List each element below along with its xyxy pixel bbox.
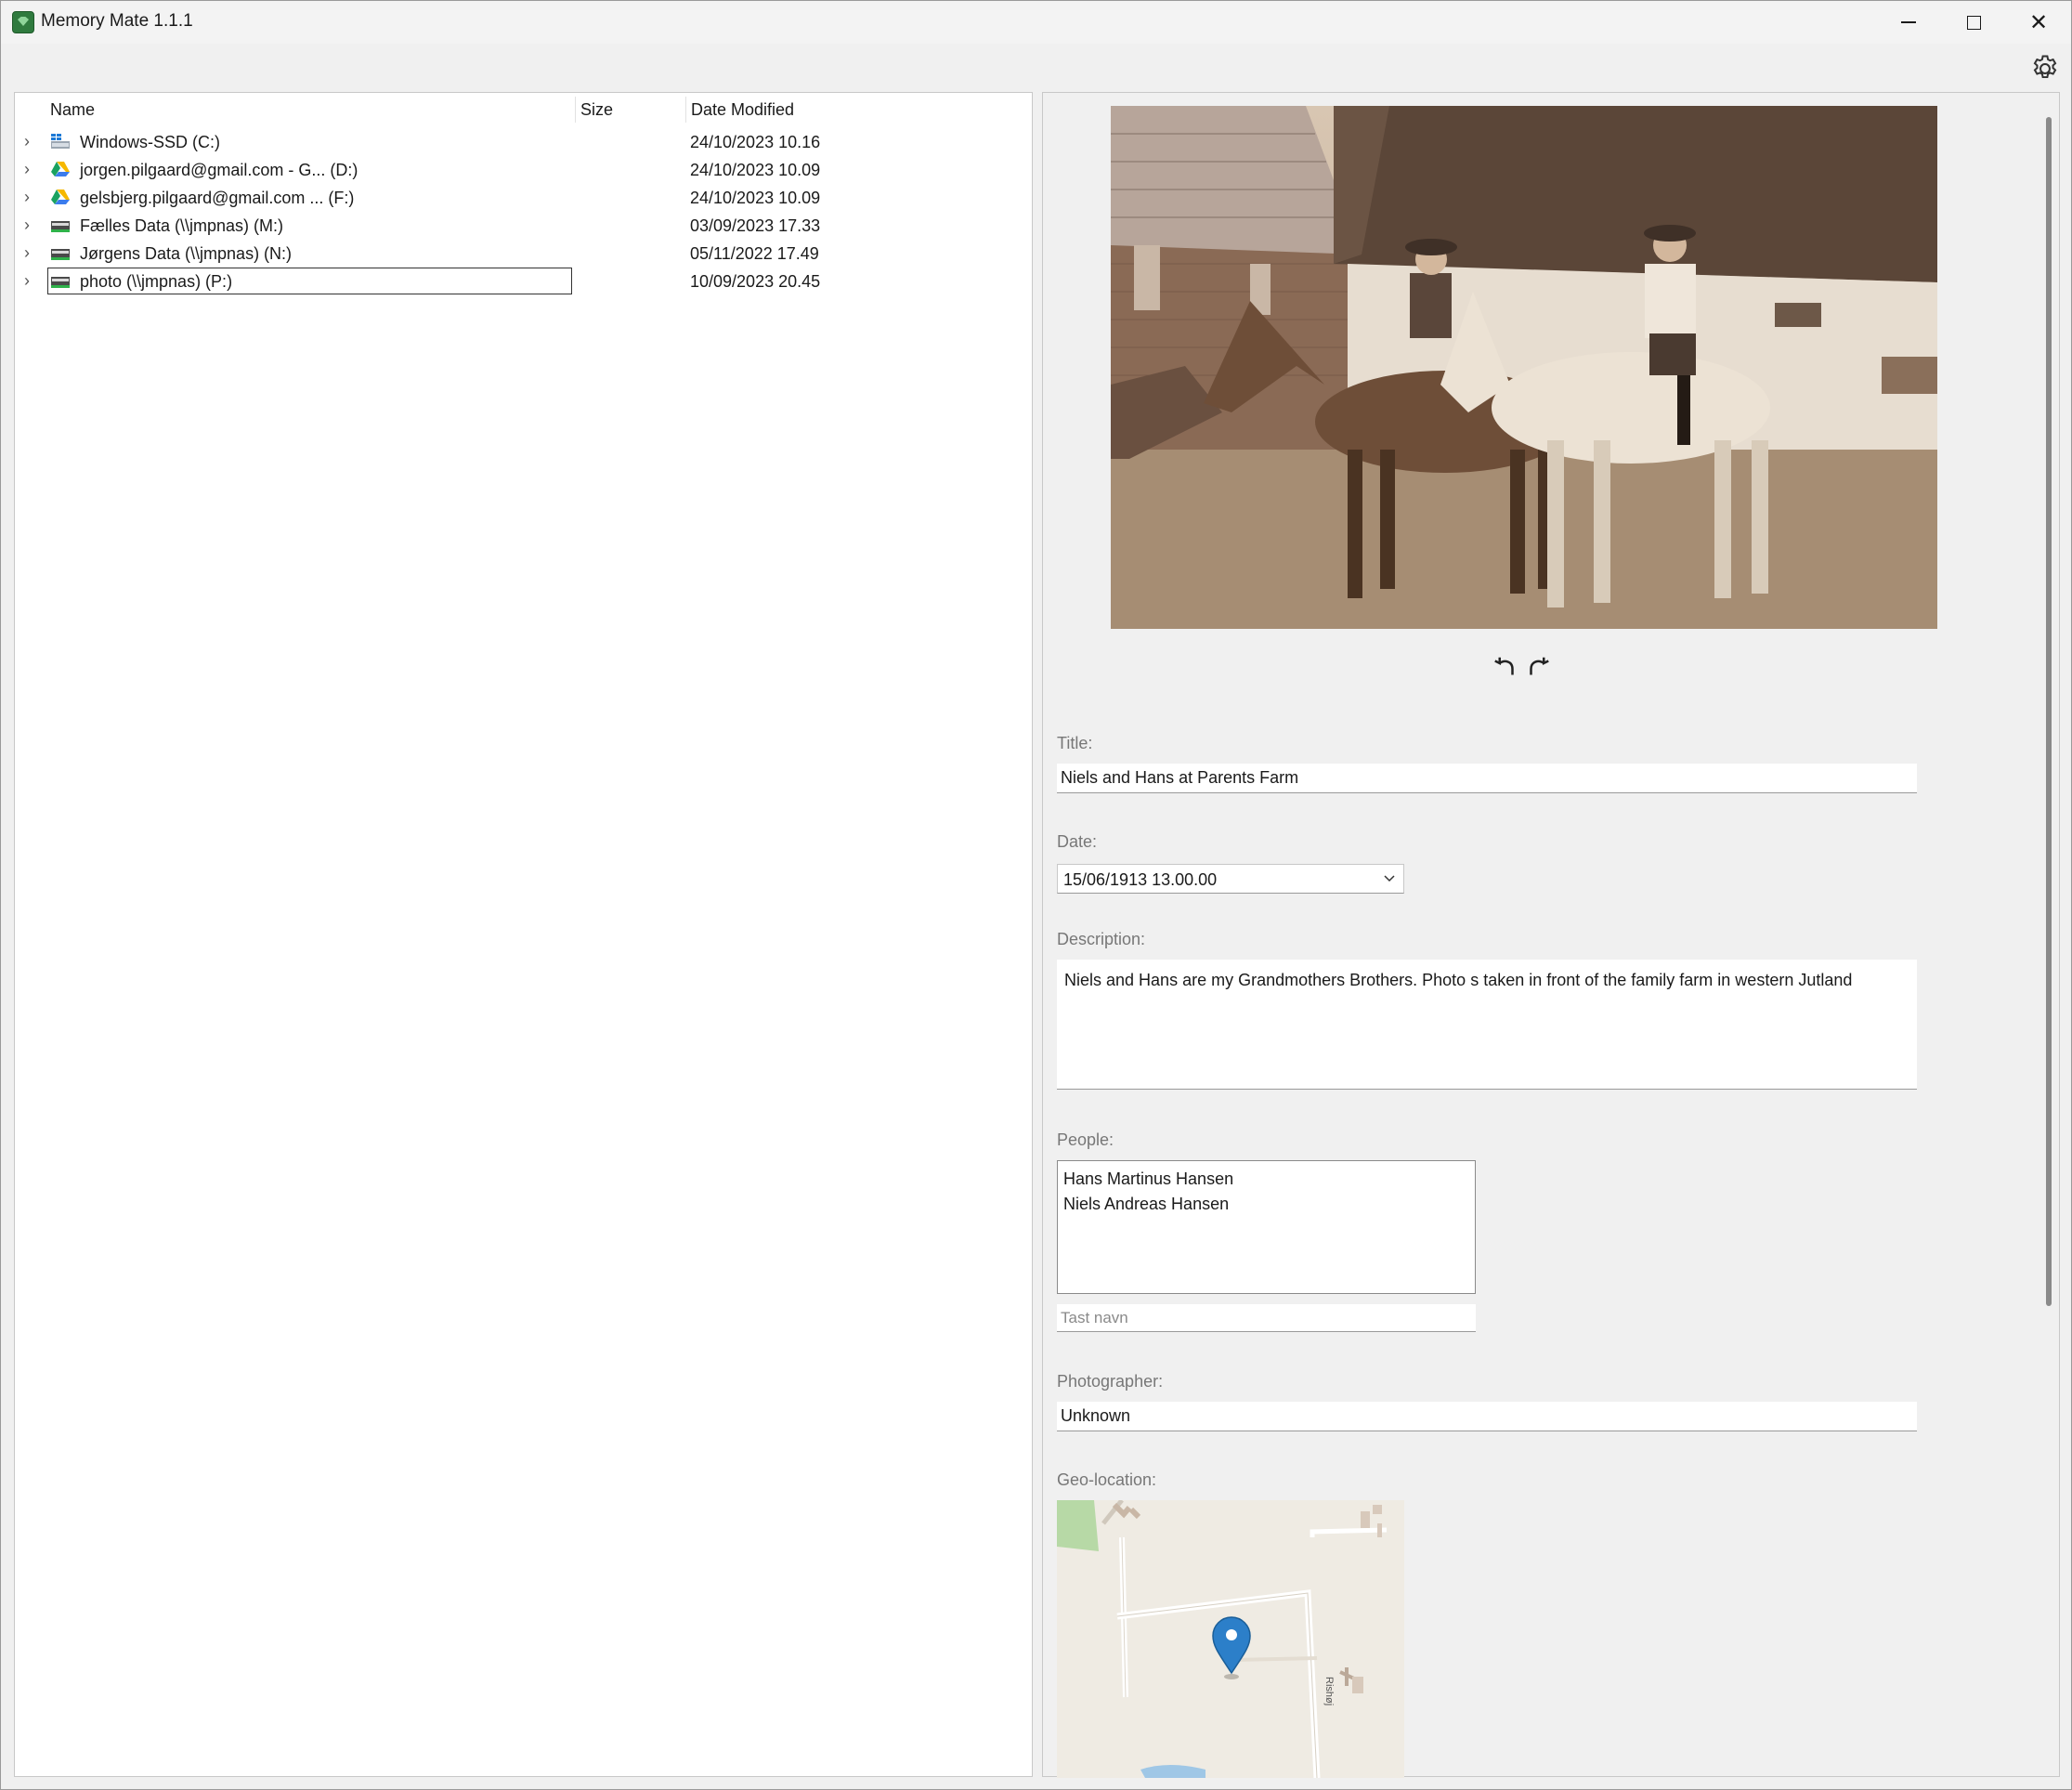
column-divider[interactable] <box>685 97 686 123</box>
tree-row-selected[interactable]: › photo (\\jmpnas) (P:) 10/09/2023 20.45 <box>15 267 1032 294</box>
title-bar: Memory Mate 1.1.1 ✕ <box>1 1 2071 44</box>
column-header-date-modified[interactable]: Date Modified <box>691 100 794 120</box>
window-title: Memory Mate 1.1.1 <box>41 11 193 31</box>
date-picker[interactable]: 15/06/1913 13.00.00 <box>1057 864 1404 894</box>
tree-row-date: 05/11/2022 17.49 <box>690 244 819 263</box>
tree-row[interactable]: › Fælles Data (\\jmpnas) (M:) 03/09/2023… <box>15 211 1032 239</box>
pane-splitter[interactable] <box>1033 92 1042 1777</box>
scrollbar-thumb[interactable] <box>2046 117 2052 1306</box>
tree-row-name: gelsbjerg.pilgaard@gmail.com ... (F:) <box>80 189 355 207</box>
tree-row[interactable]: › gelsbjerg.pilgaard@gmail.com ... (F:) … <box>15 183 1032 211</box>
column-header-name[interactable]: Name <box>50 100 95 120</box>
app-window: Memory Mate 1.1.1 ✕ Name Size Date Modif… <box>0 0 2072 1790</box>
google-drive-icon <box>51 162 70 176</box>
tree-row-name: Fælles Data (\\jmpnas) (M:) <box>80 216 284 235</box>
list-item[interactable]: Niels Andreas Hansen <box>1063 1192 1469 1217</box>
tree-header: Name Size Date Modified <box>15 93 1032 126</box>
network-drive-icon <box>51 221 70 232</box>
network-drive-icon <box>51 277 70 288</box>
tree-row[interactable]: › Windows-SSD (C:) 24/10/2023 10.16 <box>15 127 1032 155</box>
tree-row-name: Windows-SSD (C:) <box>80 133 221 151</box>
chevron-right-icon[interactable]: › <box>24 272 35 289</box>
description-textarea[interactable]: Niels and Hans are my Grandmothers Broth… <box>1057 960 1917 1090</box>
photo-preview <box>1111 106 1937 629</box>
geo-location-map[interactable]: Rishøj <box>1057 1500 1404 1778</box>
map-street-label: Rishøj <box>1323 1677 1335 1705</box>
geo-location-label: Geo-location: <box>1057 1470 1157 1489</box>
rotate-right-icon[interactable] <box>1524 654 1552 682</box>
file-tree-panel[interactable]: Name Size Date Modified › Windows-SSD (C… <box>14 92 1033 1777</box>
rotate-left-icon[interactable] <box>1492 654 1519 682</box>
title-label: Title: <box>1057 734 1093 752</box>
maximize-button[interactable] <box>1941 1 2006 44</box>
people-list[interactable]: Hans Martinus Hansen Niels Andreas Hanse… <box>1057 1160 1476 1294</box>
chevron-right-icon[interactable]: › <box>24 161 35 177</box>
photo-details-panel: Title: Niels and Hans at Parents Farm Da… <box>1042 92 2060 1778</box>
tree-row[interactable]: › Jørgens Data (\\jmpnas) (N:) 05/11/202… <box>15 239 1032 267</box>
close-button[interactable]: ✕ <box>2006 1 2071 44</box>
tree-row-name: Jørgens Data (\\jmpnas) (N:) <box>80 244 293 263</box>
chevron-right-icon[interactable]: › <box>24 244 35 261</box>
maximize-icon <box>1966 15 1981 30</box>
chevron-right-icon[interactable]: › <box>24 189 35 205</box>
people-name-input[interactable]: Tast navn <box>1057 1304 1476 1332</box>
tree-row-name: photo (\\jmpnas) (P:) <box>80 272 233 291</box>
gear-icon[interactable] <box>2029 53 2061 85</box>
title-input[interactable]: Niels and Hans at Parents Farm <box>1057 764 1917 793</box>
list-item[interactable]: Hans Martinus Hansen <box>1063 1167 1469 1192</box>
tree-row-date: 10/09/2023 20.45 <box>690 272 821 291</box>
date-value: 15/06/1913 13.00.00 <box>1063 870 1218 889</box>
close-icon: ✕ <box>2028 9 2049 35</box>
column-header-size[interactable]: Size <box>580 100 613 120</box>
people-label: People: <box>1057 1130 1114 1149</box>
tree-row-date: 24/10/2023 10.09 <box>690 161 821 179</box>
tree-row-date: 24/10/2023 10.16 <box>690 133 821 151</box>
date-label: Date: <box>1057 832 1098 851</box>
google-drive-icon <box>51 189 70 204</box>
photographer-input[interactable]: Unknown <box>1057 1402 1917 1431</box>
column-divider[interactable] <box>575 97 576 123</box>
minimize-icon <box>1901 21 1916 23</box>
network-drive-icon <box>51 249 70 260</box>
tree-row[interactable]: › jorgen.pilgaard@gmail.com - G... (D:) … <box>15 155 1032 183</box>
description-label: Description: <box>1057 930 1146 948</box>
tree-row-date: 24/10/2023 10.09 <box>690 189 821 207</box>
chevron-right-icon[interactable]: › <box>24 216 35 233</box>
minimize-button[interactable] <box>1876 1 1941 44</box>
windows-drive-icon <box>51 134 70 149</box>
app-logo-icon <box>12 11 34 33</box>
photographer-label: Photographer: <box>1057 1372 1164 1391</box>
chevron-down-icon[interactable] <box>1383 872 1396 885</box>
tree-row-name: jorgen.pilgaard@gmail.com - G... (D:) <box>80 161 358 179</box>
chevron-right-icon[interactable]: › <box>24 133 35 150</box>
tree-row-date: 03/09/2023 17.33 <box>690 216 821 235</box>
